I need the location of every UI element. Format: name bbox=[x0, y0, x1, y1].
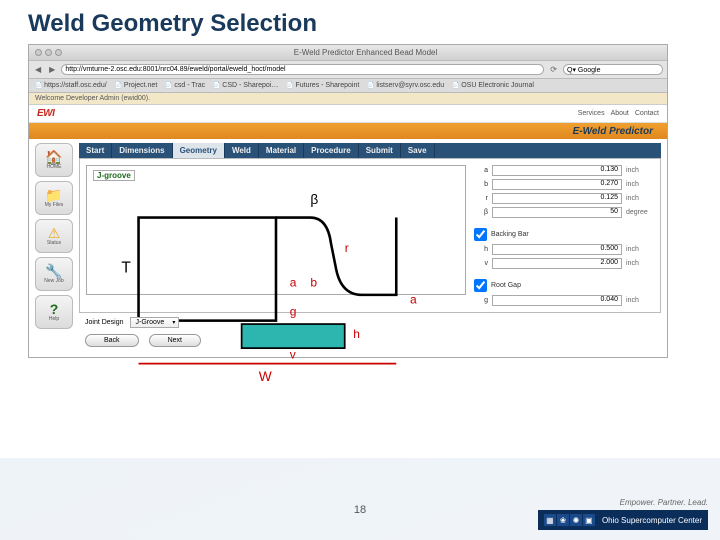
tab-weld[interactable]: Weld bbox=[225, 143, 259, 158]
app-title-bar: E-Weld Predictor bbox=[29, 123, 667, 139]
newjob-button[interactable]: 🔧New Job bbox=[35, 257, 73, 291]
tab-submit[interactable]: Submit bbox=[359, 143, 401, 158]
home-icon: 🏠 bbox=[45, 150, 62, 164]
browser-window: E-Weld Predictor Enhanced Bead Model ◀ ▶… bbox=[28, 44, 668, 358]
svg-text:h: h bbox=[353, 327, 360, 341]
help-button[interactable]: ?Help bbox=[35, 295, 73, 329]
tab-bar: Start Dimensions Geometry Weld Material … bbox=[79, 143, 661, 158]
svg-text:r: r bbox=[345, 241, 349, 255]
svg-text:T: T bbox=[121, 260, 131, 277]
bookmark-link[interactable]: OSU Electronic Journal bbox=[452, 82, 534, 89]
sidebar: 🏠HOME 📁My Files ⚠Status 🔧New Job ?Help bbox=[35, 143, 73, 347]
ewi-logo: EWI bbox=[37, 108, 54, 119]
bookmark-link[interactable]: CSD - Sharepoi… bbox=[213, 82, 278, 89]
slide-footer: 18 Empower. Partner. Lead. ▦ ❀ ✺ ▣ Ohio … bbox=[0, 458, 720, 540]
header-link[interactable]: About bbox=[611, 110, 629, 117]
svg-text:v: v bbox=[290, 347, 296, 361]
svg-text:β: β bbox=[310, 192, 318, 207]
window-titlebar: E-Weld Predictor Enhanced Bead Model bbox=[29, 45, 667, 61]
header-link[interactable]: Services bbox=[578, 110, 605, 117]
question-icon: ? bbox=[50, 302, 59, 316]
app-title: E-Weld Predictor bbox=[573, 126, 653, 137]
address-input[interactable]: http://vmturne-2.osc.edu:8001/nrc04.89/e… bbox=[61, 64, 544, 75]
tab-geometry[interactable]: Geometry bbox=[173, 143, 225, 158]
minimize-window-icon[interactable] bbox=[45, 49, 52, 56]
svg-text:a: a bbox=[410, 292, 417, 306]
svg-text:W: W bbox=[259, 369, 272, 384]
geometry-panel: J-groove W T β r a b g h v bbox=[79, 158, 661, 313]
osc-name: Ohio Supercomputer Center bbox=[599, 516, 702, 525]
param-r-input[interactable]: 0.125 bbox=[492, 193, 622, 204]
bookmark-bar: https://staff.osc.edu/ Project.net csd -… bbox=[29, 79, 667, 93]
back-icon[interactable]: ◀ bbox=[33, 65, 43, 74]
param-h-input[interactable]: 0.500 bbox=[492, 244, 622, 255]
tab-procedure[interactable]: Procedure bbox=[304, 143, 359, 158]
myfiles-button[interactable]: 📁My Files bbox=[35, 181, 73, 215]
address-bar-row: ◀ ▶ http://vmturne-2.osc.edu:8001/nrc04.… bbox=[29, 61, 667, 79]
parameter-list: a0.130inch b0.270inch r0.125inch β50degr… bbox=[474, 165, 654, 306]
groove-diagram: J-groove W T β r a b g h v bbox=[86, 165, 466, 295]
joint-design-select[interactable]: J-Groove bbox=[130, 317, 180, 328]
close-window-icon[interactable] bbox=[35, 49, 42, 56]
browser-search-input[interactable]: Q▾ Google bbox=[563, 64, 663, 75]
root-gap-checkbox[interactable] bbox=[474, 279, 487, 292]
bulb-icon: ✺ bbox=[570, 514, 582, 526]
forward-icon[interactable]: ▶ bbox=[47, 65, 57, 74]
svg-text:g: g bbox=[290, 304, 297, 318]
tab-start[interactable]: Start bbox=[79, 143, 112, 158]
home-button[interactable]: 🏠HOME bbox=[35, 143, 73, 177]
wrench-icon: 🔧 bbox=[45, 264, 62, 278]
slide-title: Weld Geometry Selection bbox=[0, 0, 720, 44]
zoom-window-icon[interactable] bbox=[55, 49, 62, 56]
param-b-input[interactable]: 0.270 bbox=[492, 179, 622, 190]
reload-icon[interactable]: ⟳ bbox=[548, 65, 559, 74]
backing-bar-checkbox[interactable] bbox=[474, 228, 487, 241]
grid-icon: ▦ bbox=[544, 514, 556, 526]
tab-dimensions[interactable]: Dimensions bbox=[112, 143, 172, 158]
bookmark-link[interactable]: Futures - Sharepoint bbox=[286, 82, 359, 89]
tab-save[interactable]: Save bbox=[401, 143, 435, 158]
svg-text:a: a bbox=[290, 275, 297, 289]
warning-icon: ⚠ bbox=[48, 226, 61, 240]
footer-tagline: Empower. Partner. Lead. bbox=[538, 498, 708, 507]
tab-material[interactable]: Material bbox=[259, 143, 304, 158]
page-number: 18 bbox=[354, 504, 366, 516]
window-title: E-Weld Predictor Enhanced Bead Model bbox=[70, 48, 661, 57]
bookmark-link[interactable]: Project.net bbox=[115, 82, 158, 89]
display-icon: ▣ bbox=[583, 514, 595, 526]
param-g-input[interactable]: 0.040 bbox=[492, 295, 622, 306]
bookmark-link[interactable]: listserv@syrv.osc.edu bbox=[367, 82, 444, 89]
osc-logo: ▦ ❀ ✺ ▣ Ohio Supercomputer Center bbox=[538, 510, 708, 530]
header-link[interactable]: Contact bbox=[635, 110, 659, 117]
jgroove-svg: W T β r a b g h v a bbox=[87, 166, 465, 389]
bookmark-link[interactable]: https://staff.osc.edu/ bbox=[35, 82, 107, 89]
param-v-input[interactable]: 2.000 bbox=[492, 258, 622, 269]
status-button[interactable]: ⚠Status bbox=[35, 219, 73, 253]
bookmark-link[interactable]: csd - Trac bbox=[165, 82, 205, 89]
leaf-icon: ❀ bbox=[557, 514, 569, 526]
param-beta-input[interactable]: 50 bbox=[492, 207, 622, 218]
welcome-message: Welcome Developer Admin (ewid00). bbox=[29, 93, 667, 105]
svg-text:b: b bbox=[310, 275, 317, 289]
folder-icon: 📁 bbox=[45, 188, 62, 202]
site-header: EWI Services About Contact bbox=[29, 105, 667, 123]
param-a-input[interactable]: 0.130 bbox=[492, 165, 622, 176]
